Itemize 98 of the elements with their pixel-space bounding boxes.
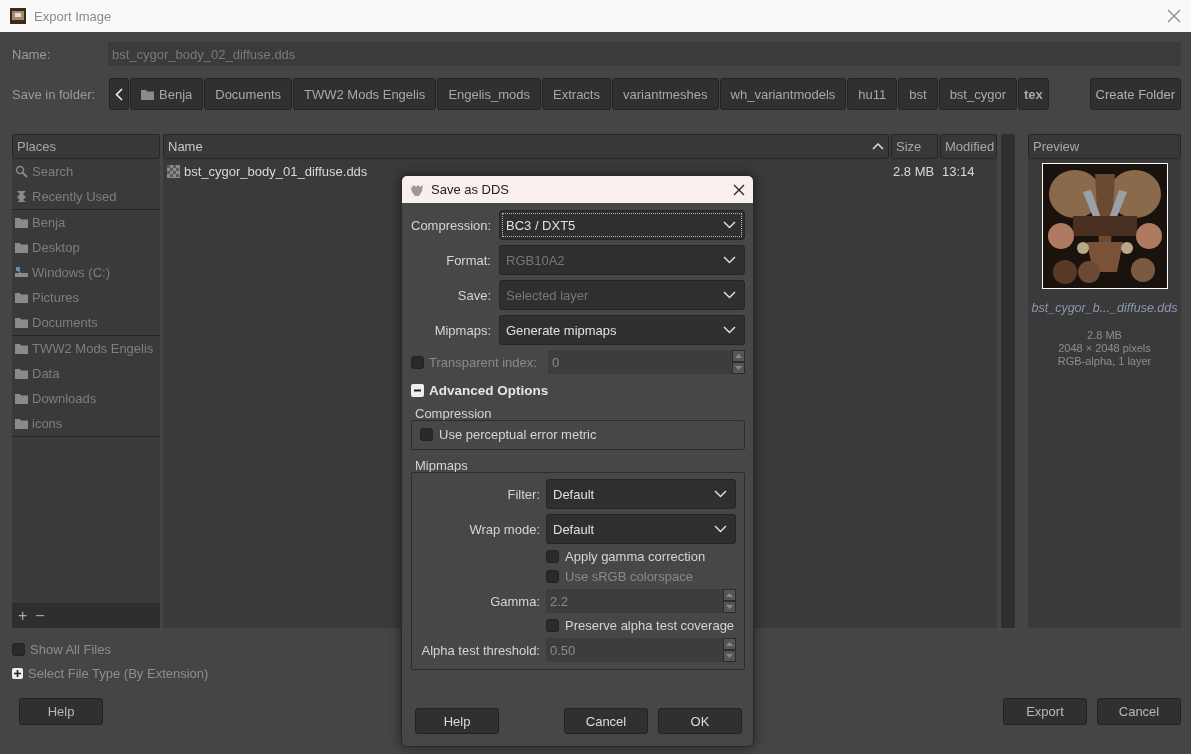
down-arrow-icon xyxy=(726,605,733,609)
path-button[interactable]: variantmeshes xyxy=(612,78,719,110)
checkbox[interactable] xyxy=(546,619,559,632)
place-item[interactable]: icons xyxy=(12,411,160,436)
folder-icon xyxy=(15,291,28,304)
table-cell-text: 2.8 MB xyxy=(892,164,936,179)
chevron-down-icon xyxy=(723,326,736,334)
folder-icon xyxy=(15,241,28,254)
dropdown[interactable]: Default xyxy=(546,479,736,509)
column-header[interactable]: Modified xyxy=(940,134,997,159)
chevron-down-icon xyxy=(714,490,727,498)
up-arrow-icon xyxy=(735,354,742,358)
place-item[interactable]: Documents xyxy=(12,310,160,335)
place-item[interactable]: Downloads xyxy=(12,386,160,411)
show-all-files-checkbox[interactable]: Show All Files xyxy=(12,642,111,657)
path-button[interactable]: Engelis_mods xyxy=(437,78,542,110)
path-button[interactable]: bst_cygor xyxy=(938,78,1017,110)
file-name-text: bst_cygor_body_01_diffuse.dds xyxy=(184,164,368,179)
dialog-button[interactable]: Cancel xyxy=(564,708,648,734)
frame-title: Mipmaps xyxy=(414,458,469,473)
checkbox-label: Use perceptual error metric xyxy=(439,427,597,442)
field-label: Filter: xyxy=(506,486,540,502)
path-button[interactable]: wh_variantmodels xyxy=(719,78,847,110)
checkbox[interactable] xyxy=(546,550,559,563)
dropdown[interactable]: Default xyxy=(546,514,736,544)
folder-icon xyxy=(15,342,28,355)
down-arrow-icon xyxy=(735,366,742,370)
preview-info: RGB-alpha, 1 layer xyxy=(1057,355,1152,367)
column-header[interactable]: Size xyxy=(891,134,938,159)
folder-icon xyxy=(141,87,154,101)
place-item[interactable]: Data xyxy=(12,361,160,386)
dropdown[interactable]: BC3 / DXT5 xyxy=(499,210,745,240)
column-header[interactable]: Name xyxy=(163,134,889,159)
place-item[interactable]: Recently Used xyxy=(12,184,160,209)
preview-filename: bst_cygor_b..._diffuse.dds xyxy=(1031,301,1178,315)
path-button[interactable]: Benja xyxy=(130,78,204,110)
checkbox-label: Use sRGB colorspace xyxy=(565,569,693,584)
folder-icon xyxy=(15,417,28,430)
app-icon xyxy=(10,8,26,24)
drive-icon xyxy=(15,266,28,279)
checkbox-label: Transparent index: xyxy=(429,354,537,370)
checkbox[interactable] xyxy=(420,428,433,441)
path-button[interactable]: tex xyxy=(1018,78,1049,110)
path-button[interactable]: Extracts xyxy=(542,78,611,110)
preview-info: 2.8 MB xyxy=(1087,329,1122,341)
dialog-button[interactable]: Cancel xyxy=(1097,698,1181,725)
name-label: Name: xyxy=(12,46,52,62)
down-arrow-icon xyxy=(726,654,733,658)
chevron-down-icon xyxy=(723,221,736,229)
places-header[interactable]: Places xyxy=(12,134,160,159)
up-arrow-icon xyxy=(726,593,733,597)
up-arrow-icon xyxy=(726,642,733,646)
checkbox-label: Apply gamma correction xyxy=(565,549,706,564)
preview-info: 2048 × 2048 pixels xyxy=(1058,342,1151,354)
folder-icon xyxy=(15,367,28,380)
folder-icon xyxy=(15,392,28,405)
place-item[interactable]: Desktop xyxy=(12,235,160,260)
path-button[interactable]: hu11 xyxy=(847,78,898,110)
dialog-title: Save as DDS xyxy=(431,182,511,197)
create-folder-button[interactable]: Create Folder xyxy=(1089,78,1181,110)
field-label: Format: xyxy=(445,252,491,268)
path-button[interactable]: Documents xyxy=(204,78,292,110)
field-label: Alpha test threshold: xyxy=(420,642,540,658)
place-item[interactable]: Windows (C:) xyxy=(12,260,160,285)
remove-button[interactable]: − xyxy=(32,606,48,625)
dialog-button[interactable]: Help xyxy=(19,698,103,725)
path-button[interactable]: bst xyxy=(898,78,938,110)
checkbox-label: Preserve alpha test coverage xyxy=(565,618,735,633)
folder-icon xyxy=(15,216,28,229)
dialog-button[interactable]: Export xyxy=(1003,698,1087,725)
search-icon xyxy=(15,165,28,178)
back-button[interactable] xyxy=(109,78,129,110)
field-label: Compression: xyxy=(411,217,491,233)
folder-icon xyxy=(15,316,28,329)
field-label: Gamma: xyxy=(489,593,540,609)
chevron-down-icon xyxy=(714,525,727,533)
add-button[interactable]: + xyxy=(15,606,31,625)
field-label: Wrap mode: xyxy=(468,521,540,537)
dropdown[interactable]: Generate mipmaps xyxy=(499,315,745,345)
folder-label: Save in folder: xyxy=(12,86,97,102)
dialog-button[interactable]: OK xyxy=(658,708,742,734)
close-icon[interactable] xyxy=(733,183,745,196)
frame-title: Compression xyxy=(414,406,493,421)
chevron-down-icon xyxy=(723,291,736,299)
image-file-icon xyxy=(167,165,180,178)
dialog-button[interactable]: Help xyxy=(415,708,499,734)
file-type-expander[interactable]: Select File Type (By Extension) xyxy=(12,666,209,681)
chevron-left-icon xyxy=(115,87,123,101)
chevron-down-icon xyxy=(723,256,736,264)
advanced-options-expander[interactable]: Advanced Options xyxy=(411,383,745,398)
stack-icon xyxy=(15,190,28,203)
path-button[interactable]: TWW2 Mods Engelis xyxy=(293,78,437,110)
field-label: Save: xyxy=(456,287,491,303)
field-label: Mipmaps: xyxy=(433,322,491,338)
preview-header: Preview xyxy=(1028,134,1181,159)
window-title: Export Image xyxy=(34,8,113,24)
table-cell-text: 13:14 xyxy=(941,164,976,179)
sort-up-icon xyxy=(872,143,884,150)
